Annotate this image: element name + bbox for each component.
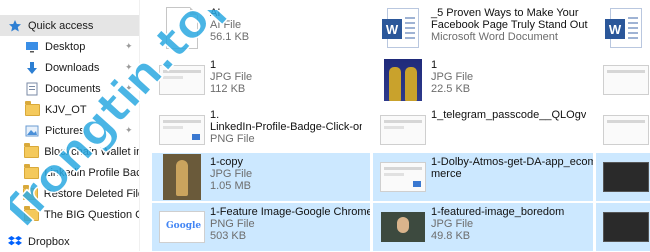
nav-label: Restore Deleted File xyxy=(43,187,139,200)
image-thumbnail xyxy=(602,203,650,251)
image-thumbnail xyxy=(379,106,427,154)
file-type: JPG File xyxy=(431,218,474,230)
file-type: JPG File xyxy=(431,71,474,83)
file-type: AI File xyxy=(210,19,242,31)
file-tile-partial-2[interactable] xyxy=(596,56,650,104)
nav-label: Pictures xyxy=(45,124,85,137)
image-thumbnail xyxy=(602,56,650,104)
image-thumbnail: Google xyxy=(158,203,206,251)
file-tile-1-jpg-a[interactable]: 1 JPG File 112 KB xyxy=(152,56,362,104)
nav-kjv-ot[interactable]: KJV_OT xyxy=(0,99,139,120)
file-tile-dolby-atmos[interactable]: 1-Dolby-Atmos-get-DA-app_ecom merce xyxy=(373,153,593,201)
nav-label: Blockchain Wallet in xyxy=(44,145,139,158)
image-thumbnail xyxy=(379,203,427,251)
file-tile-partial-4[interactable] xyxy=(596,153,650,201)
image-thumbnail xyxy=(602,153,650,201)
file-name: 1 xyxy=(431,59,438,71)
file-name: 1-featured-image_boredom xyxy=(431,206,565,218)
nav-downloads[interactable]: Downloads ✦ xyxy=(0,57,139,78)
image-thumbnail xyxy=(379,153,427,201)
nav-blockchain-wallet[interactable]: Blockchain Wallet in xyxy=(0,141,139,162)
file-size: 22.5 KB xyxy=(431,83,471,95)
folder-icon xyxy=(24,100,40,117)
nav-label: Dropbox xyxy=(28,235,70,248)
file-tile-feature-image-chrome[interactable]: Google 1-Feature Image-Google Chrome PNG… xyxy=(152,203,370,251)
star-icon xyxy=(7,19,23,33)
nav-dropbox[interactable]: Dropbox xyxy=(0,231,139,252)
file-size: 49.8 KB xyxy=(431,230,471,242)
file-name: 1-Feature Image-Google Chrome xyxy=(210,206,370,218)
file-name: AI xyxy=(210,7,221,19)
nav-documents[interactable]: Documents ✦ xyxy=(0,78,139,99)
file-tile-partial-3[interactable] xyxy=(596,106,650,154)
file-tile-ai[interactable]: AI AI File 56.1 KB xyxy=(152,4,362,52)
file-size: 112 KB xyxy=(210,83,246,95)
file-tile-word-partial[interactable]: W xyxy=(596,4,650,52)
nav-label: Documents xyxy=(45,82,101,95)
pin-icon: ✦ xyxy=(125,125,133,135)
file-size: 56.1 KB xyxy=(210,31,250,43)
folder-icon xyxy=(23,163,39,180)
file-name: 1-copy xyxy=(210,156,244,168)
file-name: 1-Dolby-Atmos-get-DA-app_ecom xyxy=(431,156,593,168)
nav-pictures[interactable]: Pictures ✦ xyxy=(0,120,139,141)
nav-label: KJV_OT xyxy=(45,103,87,116)
pin-icon: ✦ xyxy=(125,83,133,93)
download-arrow-icon xyxy=(24,61,40,75)
documents-icon xyxy=(24,82,40,96)
file-name: 1_telegram_passcode__QLOgv xyxy=(431,109,587,121)
file-type: JPG File xyxy=(210,168,253,180)
folder-icon xyxy=(23,142,39,159)
file-tile-linkedin-badge[interactable]: 1. LinkedIn-Profile-Badge-Click-on-... P… xyxy=(152,106,362,154)
desktop-icon xyxy=(24,40,40,54)
file-type: PNG File xyxy=(210,218,255,230)
folder-icon xyxy=(23,205,39,222)
nav-label: Quick access xyxy=(28,19,94,32)
file-name: 1. xyxy=(210,109,220,121)
file-tile-5-proven-ways[interactable]: W _5 Proven Ways to Make Your Facebook P… xyxy=(373,4,593,52)
file-tile-1-copy[interactable]: 1-copy JPG File 1.05 MB xyxy=(152,153,370,201)
file-view: AI AI File 56.1 KB W _5 Proven Ways to M… xyxy=(140,0,650,251)
image-thumbnail xyxy=(379,56,427,104)
nav-linkedin-profile[interactable]: Linkedin Profile Bac xyxy=(0,162,139,183)
file-tile-featured-boredom[interactable]: 1-featured-image_boredom JPG File 49.8 K… xyxy=(373,203,593,251)
file-name: 1 xyxy=(210,59,217,71)
pin-icon: ✦ xyxy=(125,62,133,72)
image-thumbnail xyxy=(158,153,206,201)
nav-label: Desktop xyxy=(45,40,86,53)
file-name-line2: LinkedIn-Profile-Badge-Click-on-... xyxy=(210,121,362,133)
nav-desktop[interactable]: Desktop ✦ xyxy=(0,36,139,57)
generic-file-icon xyxy=(158,4,206,52)
file-tile-telegram-passcode[interactable]: 1_telegram_passcode__QLOgv xyxy=(373,106,593,154)
nav-label: The BIG Question C xyxy=(44,208,139,221)
nav-label: Linkedin Profile Bac xyxy=(44,166,139,179)
nav-big-question[interactable]: The BIG Question C xyxy=(0,204,139,225)
navigation-pane: Quick access Desktop ✦ Downloads ✦ Docum… xyxy=(0,0,139,251)
folder-icon xyxy=(23,184,39,201)
nav-label: Downloads xyxy=(45,61,100,74)
nav-quick-access[interactable]: Quick access xyxy=(0,15,139,36)
word-document-icon: W xyxy=(602,4,650,52)
pin-icon: ✦ xyxy=(125,41,133,51)
file-type: JPG File xyxy=(210,71,253,83)
file-name-line2: Facebook Page Truly Stand Out xyxy=(431,19,588,31)
file-size: 1.05 MB xyxy=(210,180,251,192)
dropbox-icon xyxy=(7,235,23,249)
file-size: 503 KB xyxy=(210,230,247,242)
image-thumbnail xyxy=(602,106,650,154)
file-name-line2: merce xyxy=(431,168,462,180)
file-tile-1-jpg-b[interactable]: 1 JPG File 22.5 KB xyxy=(373,56,593,104)
nav-restore-deleted[interactable]: Restore Deleted File xyxy=(0,183,139,204)
file-type: Microsoft Word Document xyxy=(431,31,558,43)
file-tile-partial-5[interactable] xyxy=(596,203,650,251)
pictures-icon xyxy=(24,124,40,138)
file-type: PNG File xyxy=(210,133,255,145)
image-thumbnail xyxy=(158,106,206,154)
image-thumbnail xyxy=(158,56,206,104)
word-document-icon: W xyxy=(379,4,427,52)
file-name: _5 Proven Ways to Make Your xyxy=(431,7,579,19)
